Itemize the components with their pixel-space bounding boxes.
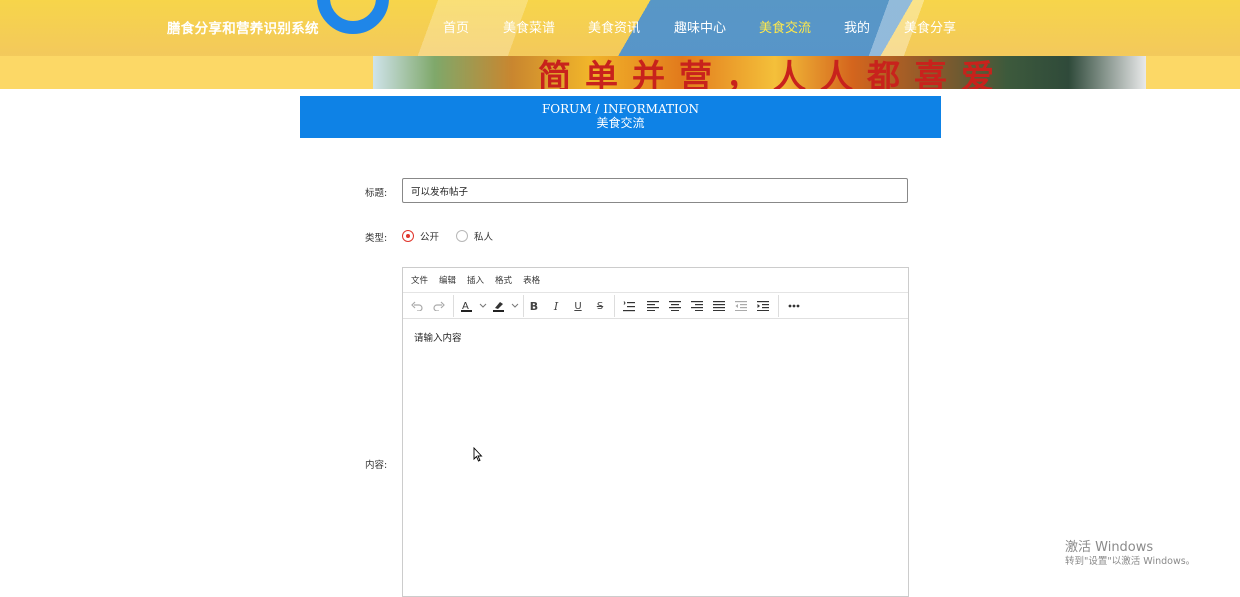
menu-insert[interactable]: 插入	[467, 274, 484, 286]
site-title: 膳食分享和营养识别系统	[167, 21, 319, 37]
top-header: 简单并营，人人都喜爱 膳食分享和营养识别系统 首页 美食菜谱 美食资讯 趣味中心…	[0, 0, 1240, 89]
section-title-bar: FORUM / INFORMATION 美食交流	[300, 96, 941, 138]
nav-food-share[interactable]: 美食分享	[904, 17, 956, 36]
toolbar-divider	[614, 295, 615, 317]
rich-text-editor[interactable]: 文件 编辑 插入 格式 表格 A B I U S 请输入内容	[402, 267, 909, 597]
toolbar-divider	[523, 295, 524, 317]
align-center-icon[interactable]	[667, 297, 683, 315]
nav-forum[interactable]: 美食交流	[759, 17, 811, 36]
type-radio-public[interactable]: 公开	[402, 229, 439, 243]
align-justify-icon[interactable]	[711, 297, 727, 315]
food-banner-image: 简单并营，人人都喜爱	[373, 56, 1146, 89]
toolbar-divider	[453, 295, 454, 317]
content-label: 内容:	[365, 460, 388, 471]
banner-slogan: 简单并营，人人都喜爱	[538, 57, 1008, 89]
menu-file[interactable]: 文件	[411, 274, 428, 286]
nav-mine[interactable]: 我的	[844, 17, 870, 36]
menu-format[interactable]: 格式	[495, 274, 512, 286]
strikethrough-icon[interactable]: S	[593, 297, 607, 315]
font-color-icon[interactable]: A	[459, 297, 489, 315]
type-radio-private[interactable]: 私人	[456, 229, 493, 243]
windows-activation-hint: 转到"设置"以激活 Windows。	[1065, 556, 1196, 567]
nav-fun-center[interactable]: 趣味中心	[674, 17, 726, 36]
title-input[interactable]	[402, 178, 908, 203]
menu-edit[interactable]: 编辑	[439, 274, 456, 286]
type-label: 类型:	[365, 233, 388, 244]
mouse-cursor-icon	[473, 447, 483, 462]
nav-news[interactable]: 美食资讯	[588, 17, 640, 36]
section-title-cn: 美食交流	[596, 116, 645, 130]
type-option-label: 公开	[420, 232, 440, 243]
italic-icon[interactable]: I	[549, 297, 563, 315]
highlight-color-icon[interactable]	[491, 297, 521, 315]
more-icon[interactable]	[785, 297, 803, 315]
undo-icon[interactable]	[409, 297, 425, 315]
editor-menubar: 文件 编辑 插入 格式 表格	[403, 268, 908, 293]
underline-icon[interactable]: U	[571, 297, 585, 315]
nav-recipes[interactable]: 美食菜谱	[503, 17, 555, 36]
editor-toolbar: A B I U S	[403, 293, 908, 319]
menu-table[interactable]: 表格	[523, 274, 540, 286]
radio-checked-icon[interactable]	[402, 230, 414, 242]
section-title-en: FORUM / INFORMATION	[541, 102, 700, 116]
outdent-icon[interactable]	[733, 297, 749, 315]
radio-unchecked-icon[interactable]	[456, 230, 468, 242]
redo-icon[interactable]	[431, 297, 447, 315]
align-right-icon[interactable]	[689, 297, 705, 315]
type-option-label: 私人	[474, 232, 494, 243]
indent-icon[interactable]	[755, 297, 771, 315]
nav-home[interactable]: 首页	[443, 17, 469, 36]
align-left-icon[interactable]	[645, 297, 661, 315]
toolbar-divider	[778, 295, 779, 317]
bold-icon[interactable]: B	[527, 297, 541, 315]
title-label: 标题:	[365, 188, 388, 199]
line-height-icon[interactable]	[621, 297, 637, 315]
editor-placeholder[interactable]: 请输入内容	[414, 330, 462, 344]
